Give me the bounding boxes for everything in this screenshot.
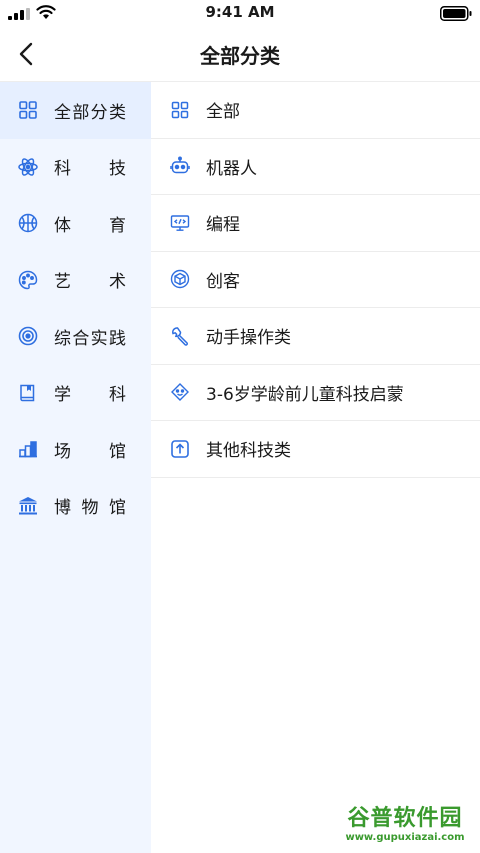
nav-bar: 全部分类	[0, 26, 480, 82]
status-time: 9:41 AM	[205, 3, 275, 21]
sidebar-item-label: 体育	[54, 215, 126, 236]
target-icon	[18, 326, 38, 346]
sidebar-item-venue[interactable]: 场馆	[0, 421, 151, 478]
chevron-left-icon	[19, 42, 33, 66]
page-title: 全部分类	[200, 44, 280, 68]
wrench-icon	[172, 327, 188, 346]
list-item[interactable]: 机器人	[151, 138, 480, 195]
book-icon	[20, 384, 35, 401]
atom-icon	[18, 158, 38, 176]
basketball-icon	[18, 214, 38, 233]
watermark-brand: 谷普软件园	[347, 806, 463, 831]
sidebar-item-subject[interactable]: 学科	[0, 365, 151, 422]
back-button[interactable]	[12, 38, 40, 70]
sidebar-item-all[interactable]: 全部分类	[0, 82, 151, 139]
list-item[interactable]: 编程	[151, 195, 480, 252]
sidebar-item-label: 科技	[54, 159, 126, 180]
museum-icon	[19, 496, 37, 515]
robot-icon	[170, 156, 190, 174]
watermark-logo: 谷普软件园 www.gupuxiazai.com	[334, 801, 476, 849]
list-item[interactable]: 动手操作类	[151, 308, 480, 365]
list-item[interactable]: 其他科技类	[151, 421, 480, 478]
list-item-label: 机器人	[206, 158, 257, 179]
sidebar: 全部分类 科技 体育 艺术 综合实践 学科 场馆 博物馆	[0, 82, 151, 853]
sidebar-item-label: 博物馆	[54, 498, 126, 519]
sidebar-item-label: 综合实践	[54, 328, 126, 349]
battery-icon	[440, 6, 472, 21]
category-list: 全部 机器人 编程 创客 动手操作类 3-6岁学龄前儿童科技启蒙 其他科技类	[151, 82, 480, 478]
sidebar-item-sports[interactable]: 体育	[0, 195, 151, 252]
status-bar: 9:41 AM	[0, 0, 480, 26]
sidebar-item-art[interactable]: 艺术	[0, 252, 151, 309]
building-icon	[19, 441, 37, 458]
grid-icon	[19, 101, 37, 120]
code-monitor-icon	[170, 215, 190, 231]
grid-icon	[171, 101, 189, 118]
sidebar-item-label: 艺术	[54, 272, 126, 293]
child-face-icon	[171, 383, 189, 402]
cube-icon	[170, 270, 190, 289]
list-item-label: 其他科技类	[206, 441, 291, 462]
list-item[interactable]: 3-6岁学龄前儿童科技启蒙	[151, 364, 480, 421]
list-item-label: 编程	[206, 215, 240, 236]
watermark-url: www.gupuxiazai.com	[345, 832, 465, 843]
list-item-label: 动手操作类	[206, 328, 291, 349]
sidebar-item-tech[interactable]: 科技	[0, 139, 151, 196]
palette-icon	[18, 270, 38, 290]
list-item-label: 创客	[206, 271, 240, 292]
list-item[interactable]: 全部	[151, 82, 480, 139]
upload-box-icon	[171, 439, 189, 458]
list-item-label: 全部	[206, 102, 240, 123]
list-item[interactable]: 创客	[151, 251, 480, 308]
sidebar-item-museum[interactable]: 博物馆	[0, 478, 151, 535]
sidebar-item-practice[interactable]: 综合实践	[0, 308, 151, 365]
sidebar-item-label: 学科	[54, 385, 126, 406]
list-item-label: 3-6岁学龄前儿童科技启蒙	[206, 384, 404, 405]
sidebar-item-label: 场馆	[54, 441, 126, 462]
sidebar-item-label: 全部分类	[54, 102, 126, 123]
